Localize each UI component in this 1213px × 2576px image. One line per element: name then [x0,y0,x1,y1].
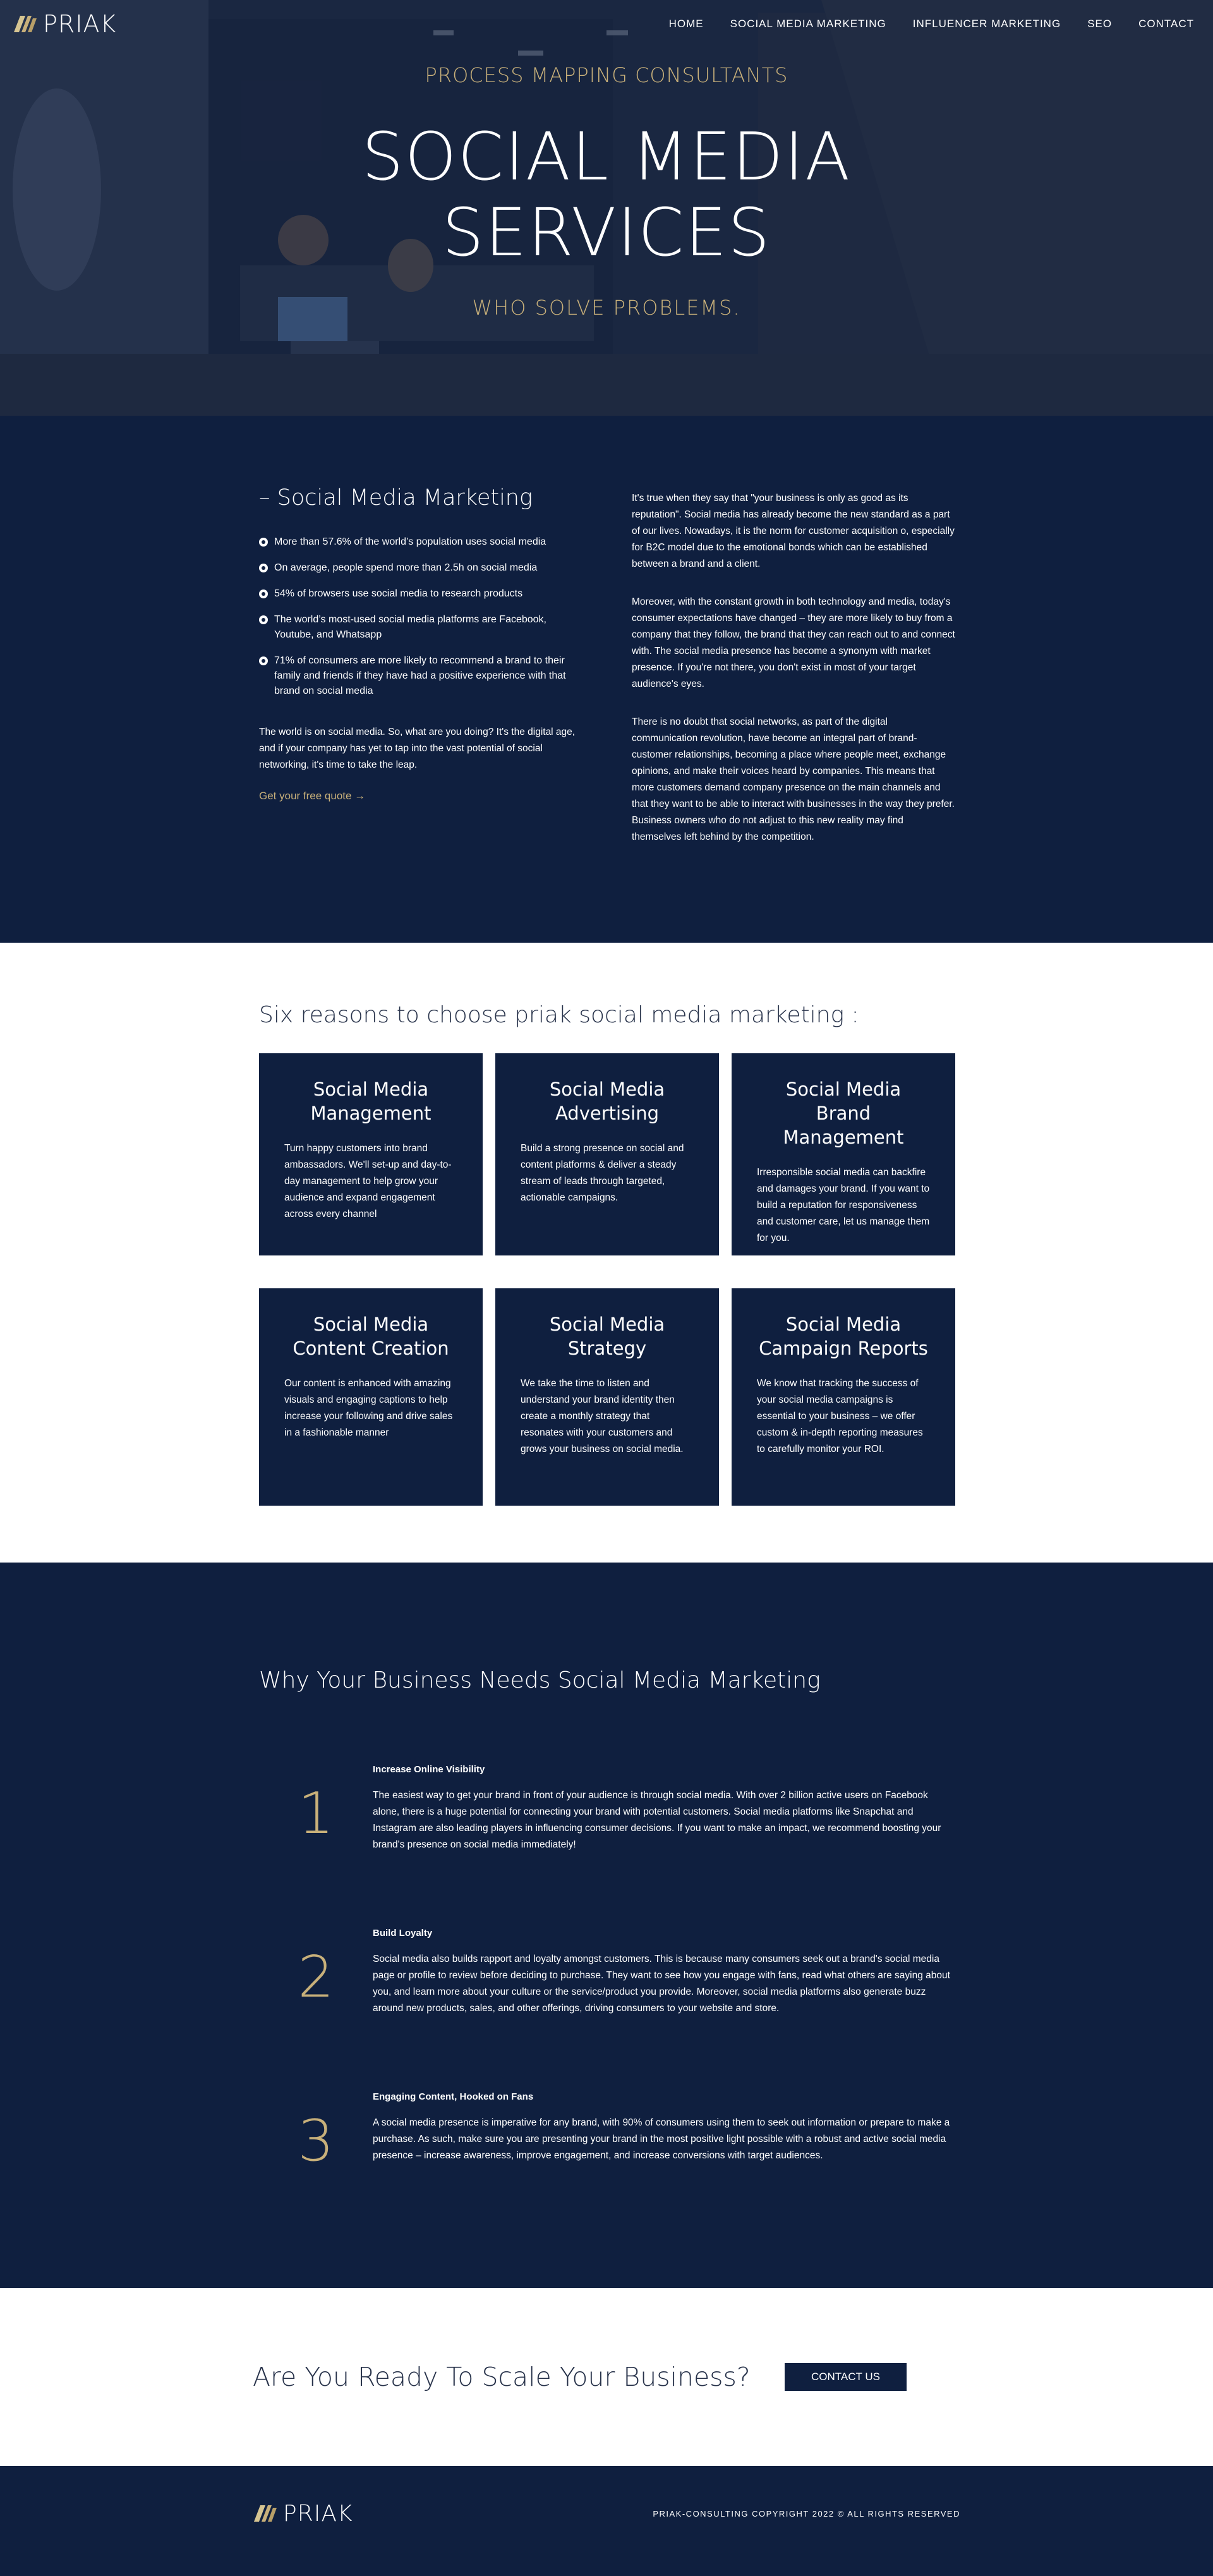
list-item-text: 54% of browsers use social media to rese… [274,588,523,599]
list-item: More than 57.6% of the world’s populatio… [259,535,581,550]
logo-text: PRIAK [43,10,117,38]
logo-mark-icon [254,2505,277,2522]
why-item: 1 Increase Online Visibility The easiest… [259,1764,955,1853]
intro-paragraph: The world is on social media. So, what a… [259,727,576,770]
list-item: 71% of consumers are more likely to reco… [259,653,581,699]
intro-heading: – Social Media Marketing [259,485,533,511]
why-item-heading: Increase Online Visibility [373,1764,485,1775]
nav-home[interactable]: HOME [669,18,704,30]
reasons-title: Six reasons to choose priak social media… [259,1002,859,1028]
intro-left-column: – Social Media Marketing More than 57.6%… [259,485,581,867]
intro-right-paragraph-3: There is no doubt that social networks, … [632,717,955,842]
why-item-heading: Engaging Content, Hooked on Fans [373,2091,534,2102]
why-item: 2 Build Loyalty Social media also builds… [259,1928,955,2017]
nav-social-media-marketing[interactable]: SOCIAL MEDIA MARKETING [730,18,886,30]
bullet-icon [259,656,268,665]
hero-section: PRIAK HOME SOCIAL MEDIA MARKETING INFLUE… [0,0,1213,416]
nav-influencer-marketing[interactable]: INFLUENCER MARKETING [913,18,1061,30]
why-item-number: 1 [298,1781,334,1847]
footer-logo-text: PRIAK [283,2500,353,2527]
list-item: 54% of browsers use social media to rese… [259,586,581,602]
list-item-text: On average, people spend more than 2.5h … [274,562,538,573]
card-text: We take the time to listen and understan… [521,1378,684,1454]
bullet-icon [259,538,268,547]
list-item-text: More than 57.6% of the world’s populatio… [274,536,546,547]
card-text: Our content is enhanced with amazing vis… [284,1378,453,1438]
why-item-heading: Build Loyalty [373,1928,433,1938]
nav-contact[interactable]: CONTACT [1138,18,1194,30]
intro-right-column: It's true when they say that "your busin… [632,485,955,867]
service-card-strategy: Social Media Strategy We take the time t… [495,1288,719,1506]
list-item: On average, people spend more than 2.5h … [259,560,581,576]
service-card-management: Social Media Management Turn happy custo… [259,1053,483,1255]
why-item-number: 3 [298,2108,334,2174]
service-card-advertising: Social Media Advertising Build a strong … [495,1053,719,1255]
card-title: Social Media Content Creation [293,1314,449,1359]
card-title: Social Media Strategy [549,1314,665,1359]
logo-mark-icon [14,16,37,32]
hero-subtitle: WHO SOLVE PROBLEMS. [472,296,741,320]
reasons-grid: Social Media Management Turn happy custo… [259,1053,955,1506]
intro-right-paragraph-1: It's true when they say that "your busin… [632,493,955,569]
service-card-campaign-reports: Social Media Campaign Reports We know th… [732,1288,955,1506]
card-title: Social Media Management [310,1079,431,1124]
reasons-section: Six reasons to choose priak social media… [0,943,1213,1563]
bullet-icon [259,615,268,624]
main-menu: HOME SOCIAL MEDIA MARKETING INFLUENCER M… [669,18,1194,30]
free-quote-link[interactable]: Get your free quote → [259,790,365,802]
intro-right-paragraph-2: Moreover, with the constant growth in bo… [632,596,955,689]
hero-title-line-2: SERVICES [442,194,771,271]
list-item-text: 71% of consumers are more likely to reco… [274,655,566,696]
card-title: Social Media Campaign Reports [759,1314,928,1359]
top-navigation: PRIAK HOME SOCIAL MEDIA MARKETING INFLUE… [0,0,1213,48]
service-card-content-creation: Social Media Content Creation Our conten… [259,1288,483,1506]
card-title: Social Media Advertising [549,1079,665,1124]
card-text: Irresponsible social media can backfire … [757,1167,930,1243]
site-footer: PRIAK PRIAK-CONSULTING COPYRIGHT 2022 © … [0,2466,1213,2561]
hero-title-line-1: SOCIAL MEDIA [361,118,852,195]
why-title: Why Your Business Needs Social Media Mar… [259,1667,821,1693]
hero-text-block: PROCESS MAPPING CONSULTANTS SOCIAL MEDIA… [0,63,1213,320]
hero-title: SOCIAL MEDIA SERVICES [0,119,1213,270]
cta-section: Are You Ready To Scale Your Business? CO… [0,2288,1213,2466]
list-item: The world’s most-used social media platf… [259,612,581,643]
why-item: 3 Engaging Content, Hooked on Fans A soc… [259,2091,955,2174]
why-item-number: 2 [298,1944,334,2011]
footer-logo[interactable]: PRIAK [253,2501,353,2527]
cta-title: Are You Ready To Scale Your Business? [253,2362,751,2392]
why-item-text: Social media also builds rapport and loy… [373,1954,950,2014]
card-text: Turn happy customers into brand ambassad… [284,1143,452,1219]
why-item-text: The easiest way to get your brand in fro… [373,1790,941,1850]
why-section: Why Your Business Needs Social Media Mar… [0,1563,1213,2288]
card-text: Build a strong presence on social and co… [521,1143,684,1203]
stats-list: More than 57.6% of the world’s populatio… [259,535,581,699]
bullet-icon [259,590,268,598]
card-title: Social Media Brand Management [783,1079,904,1148]
bullet-icon [259,564,268,572]
site-logo[interactable]: PRIAK [13,10,116,38]
nav-seo[interactable]: SEO [1087,18,1112,30]
card-text: We know that tracking the success of you… [757,1378,923,1454]
hero-kicker: PROCESS MAPPING CONSULTANTS [425,63,788,87]
service-card-brand-management: Social Media Brand Management Irresponsi… [732,1053,955,1255]
list-item-text: The world’s most-used social media platf… [274,614,546,640]
contact-us-button[interactable]: CONTACT US [785,2363,907,2391]
copyright-text: PRIAK-CONSULTING COPYRIGHT 2022 © ALL RI… [653,2508,960,2519]
intro-section: – Social Media Marketing More than 57.6%… [0,416,1213,943]
why-item-text: A social media presence is imperative fo… [373,2117,950,2161]
